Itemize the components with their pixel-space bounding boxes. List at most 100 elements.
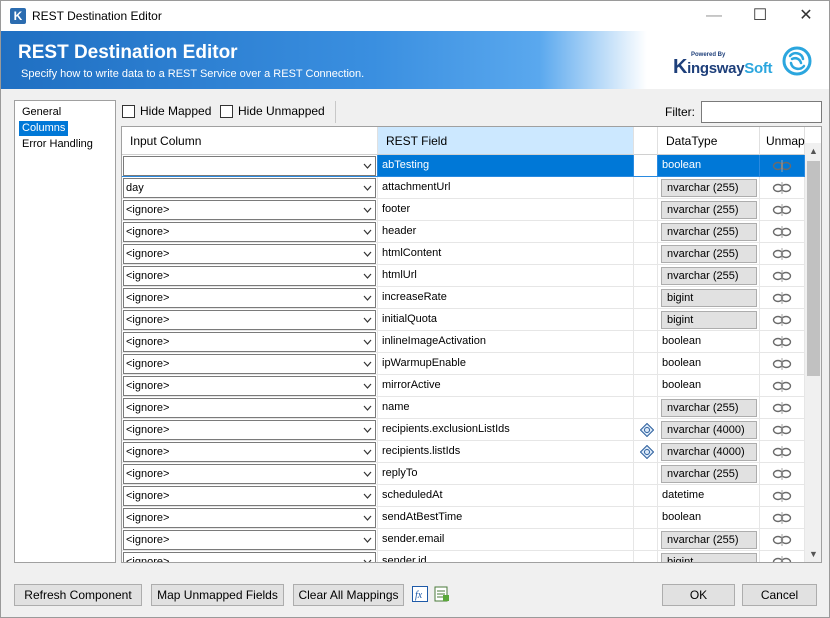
chevron-down-icon[interactable] (363, 489, 372, 503)
array-field-diamond-icon[interactable] (640, 423, 654, 437)
unmap-link-icon[interactable] (772, 423, 792, 437)
table-row[interactable]: day attachmentUrl nvarchar (255) (122, 177, 805, 199)
chevron-down-icon[interactable] (363, 225, 372, 239)
input-column-dropdown[interactable]: <ignore> (123, 222, 376, 242)
input-column-dropdown[interactable]: <ignore> (123, 332, 376, 352)
datatype-button[interactable]: bigint (661, 311, 757, 329)
chevron-down-icon[interactable] (363, 269, 372, 283)
input-column-dropdown[interactable]: day (123, 178, 376, 198)
array-field-diamond-icon[interactable] (640, 445, 654, 459)
unmap-link-icon[interactable] (772, 379, 792, 393)
chevron-down-icon[interactable] (363, 181, 372, 195)
table-row[interactable]: <ignore> recipients.listIds nvarchar (4000… (122, 441, 805, 463)
table-row[interactable]: <ignore> initialQuota bigint (122, 309, 805, 331)
nav-item-columns[interactable]: Columns (19, 121, 69, 136)
hide-mapped-checkbox[interactable] (122, 105, 135, 118)
chevron-down-icon[interactable] (363, 159, 372, 173)
cancel-button[interactable]: Cancel (742, 584, 817, 606)
chevron-down-icon[interactable] (363, 357, 372, 371)
maximize-button[interactable]: ☐ (737, 1, 783, 31)
table-row[interactable]: <ignore> footer nvarchar (255) (122, 199, 805, 221)
chevron-down-icon[interactable] (363, 511, 372, 525)
header-datatype[interactable]: DataType (658, 127, 760, 155)
minimize-button[interactable]: — (691, 1, 737, 31)
table-row[interactable]: <ignore> scheduledAt datetime (122, 485, 805, 507)
datatype-button[interactable]: bigint (661, 553, 757, 562)
scroll-up-arrow-icon[interactable]: ▲ (805, 143, 821, 160)
nav-item-error-handling[interactable]: Error Handling (19, 137, 96, 152)
chevron-down-icon[interactable] (363, 335, 372, 349)
expression-fx-icon[interactable]: fx (412, 586, 428, 602)
chevron-down-icon[interactable] (363, 203, 372, 217)
unmap-link-icon[interactable] (772, 291, 792, 305)
chevron-down-icon[interactable] (363, 445, 372, 459)
input-column-dropdown[interactable]: <ignore> (123, 244, 376, 264)
table-row[interactable]: emails_sent abTesting boolean (122, 155, 805, 177)
unmap-link-icon[interactable] (772, 313, 792, 327)
unmap-link-icon[interactable] (772, 159, 792, 173)
datatype-button[interactable]: nvarchar (255) (661, 179, 757, 197)
clear-all-mappings-button[interactable]: Clear All Mappings (293, 584, 404, 606)
map-unmapped-fields-button[interactable]: Map Unmapped Fields (151, 584, 284, 606)
datatype-button[interactable]: nvarchar (255) (661, 267, 757, 285)
unmap-link-icon[interactable] (772, 467, 792, 481)
chevron-down-icon[interactable] (363, 247, 372, 261)
datatype-button[interactable]: nvarchar (255) (661, 223, 757, 241)
chevron-down-icon[interactable] (363, 533, 372, 547)
input-column-dropdown[interactable]: <ignore> (123, 508, 376, 528)
table-row[interactable]: <ignore> htmlUrl nvarchar (255) (122, 265, 805, 287)
input-column-dropdown[interactable]: <ignore> (123, 464, 376, 484)
unmap-link-icon[interactable] (772, 555, 792, 563)
chevron-down-icon[interactable] (363, 401, 372, 415)
header-rest-field[interactable]: REST Field (378, 127, 634, 155)
table-row[interactable]: <ignore> inlineImageActivation boolean (122, 331, 805, 353)
input-column-dropdown[interactable]: <ignore> (123, 266, 376, 286)
chevron-down-icon[interactable] (363, 291, 372, 305)
input-column-dropdown[interactable]: <ignore> (123, 200, 376, 220)
input-column-dropdown[interactable]: <ignore> (123, 288, 376, 308)
close-button[interactable]: ✕ (783, 1, 829, 31)
unmap-link-icon[interactable] (772, 181, 792, 195)
table-row[interactable]: <ignore> name nvarchar (255) (122, 397, 805, 419)
scroll-down-arrow-icon[interactable]: ▼ (805, 546, 821, 562)
unmap-link-icon[interactable] (772, 357, 792, 371)
chevron-down-icon[interactable] (363, 379, 372, 393)
unmap-link-icon[interactable] (772, 247, 792, 261)
input-column-dropdown[interactable]: <ignore> (123, 354, 376, 374)
scrollbar-thumb[interactable] (807, 161, 820, 376)
unmap-link-icon[interactable] (772, 225, 792, 239)
input-column-dropdown[interactable]: <ignore> (123, 552, 376, 563)
datatype-button[interactable]: nvarchar (255) (661, 465, 757, 483)
input-column-dropdown[interactable]: emails_sent (123, 156, 376, 176)
input-column-dropdown[interactable]: <ignore> (123, 376, 376, 396)
datatype-button[interactable]: nvarchar (255) (661, 201, 757, 219)
unmap-link-icon[interactable] (772, 269, 792, 283)
chevron-down-icon[interactable] (363, 555, 372, 563)
chevron-down-icon[interactable] (363, 467, 372, 481)
nav-item-general[interactable]: General (19, 105, 64, 120)
datatype-button[interactable]: nvarchar (4000) (661, 443, 757, 461)
header-input-column[interactable]: Input Column (122, 127, 378, 155)
table-row[interactable]: <ignore> sender.id bigint (122, 551, 805, 563)
unmap-link-icon[interactable] (772, 401, 792, 415)
input-column-dropdown[interactable]: <ignore> (123, 530, 376, 550)
filter-input[interactable] (701, 101, 822, 123)
input-column-dropdown[interactable]: <ignore> (123, 420, 376, 440)
input-column-dropdown[interactable]: <ignore> (123, 486, 376, 506)
chevron-down-icon[interactable] (363, 313, 372, 327)
datatype-button[interactable]: bigint (661, 289, 757, 307)
ok-button[interactable]: OK (662, 584, 735, 606)
unmap-link-icon[interactable] (772, 511, 792, 525)
table-row[interactable]: <ignore> sender.email nvarchar (255) (122, 529, 805, 551)
export-mappings-icon[interactable] (434, 586, 450, 602)
datatype-button[interactable]: nvarchar (255) (661, 531, 757, 549)
chevron-down-icon[interactable] (363, 423, 372, 437)
datatype-button[interactable]: nvarchar (4000) (661, 421, 757, 439)
unmap-link-icon[interactable] (772, 533, 792, 547)
unmap-link-icon[interactable] (772, 445, 792, 459)
hide-unmapped-checkbox[interactable] (220, 105, 233, 118)
table-row[interactable]: <ignore> increaseRate bigint (122, 287, 805, 309)
table-row[interactable]: <ignore> sendAtBestTime boolean (122, 507, 805, 529)
datatype-button[interactable]: nvarchar (255) (661, 245, 757, 263)
datatype-button[interactable]: nvarchar (255) (661, 399, 757, 417)
